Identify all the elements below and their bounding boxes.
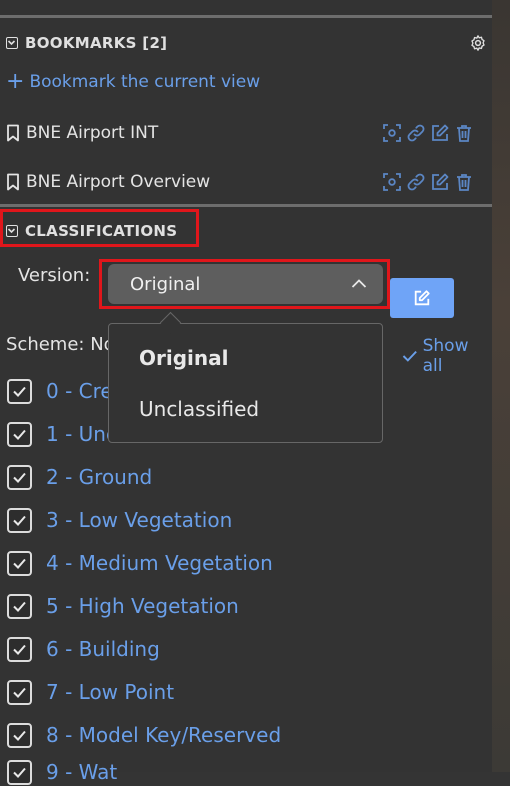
- trash-icon[interactable]: [454, 172, 474, 192]
- bookmark-actions: [382, 172, 474, 192]
- classifications-title: CLASSIFICATIONS: [25, 222, 178, 240]
- classification-item[interactable]: 5 - High Vegetation: [7, 592, 239, 620]
- classification-label: 5 - High Vegetation: [46, 594, 239, 618]
- bookmarks-header[interactable]: BOOKMARKS [2]: [6, 34, 167, 52]
- classification-item[interactable]: 6 - Building: [7, 635, 160, 663]
- checkbox[interactable]: [7, 759, 32, 785]
- chevron-up-icon: [351, 279, 367, 288]
- classification-label: 0 - Cre: [46, 379, 113, 403]
- scheme-label: Scheme: No: [6, 334, 112, 355]
- classification-item[interactable]: 1 - Unc: [7, 420, 117, 448]
- checkbox[interactable]: [7, 464, 32, 490]
- edit-version-button[interactable]: [390, 278, 454, 318]
- map-background-strip: [492, 0, 510, 772]
- checkbox[interactable]: [7, 507, 32, 533]
- checkbox[interactable]: [7, 679, 32, 705]
- checkbox[interactable]: [7, 421, 32, 447]
- checkbox[interactable]: [7, 378, 32, 404]
- classification-item[interactable]: 7 - Low Point: [7, 678, 174, 706]
- version-option-unclassified[interactable]: Unclassified: [139, 397, 259, 421]
- classification-item[interactable]: 2 - Ground: [7, 463, 152, 491]
- add-bookmark-label: Bookmark the current view: [29, 72, 261, 92]
- show-all-button[interactable]: Show all: [402, 336, 492, 376]
- bookmark-icon: [7, 124, 19, 142]
- version-dropdown-menu: Original Unclassified: [108, 323, 383, 443]
- version-select[interactable]: Original: [108, 264, 383, 304]
- classification-label: 8 - Model Key/Reserved: [46, 723, 282, 747]
- edit-icon[interactable]: [430, 172, 450, 192]
- top-divider: [0, 15, 492, 18]
- collapse-chevron-icon[interactable]: [6, 225, 18, 237]
- zoom-to-icon[interactable]: [382, 123, 402, 143]
- classification-label: 6 - Building: [46, 637, 160, 661]
- gear-icon[interactable]: [469, 34, 487, 52]
- zoom-to-icon[interactable]: [382, 172, 402, 192]
- plus-icon: +: [6, 69, 25, 94]
- classification-item[interactable]: 0 - Cre: [7, 377, 113, 405]
- version-select-value: Original: [130, 273, 201, 295]
- classification-item[interactable]: 3 - Low Vegetation: [7, 506, 232, 534]
- bookmark-title: BNE Airport Overview: [26, 172, 211, 192]
- classification-label: 3 - Low Vegetation: [46, 508, 233, 532]
- classifications-header[interactable]: CLASSIFICATIONS: [6, 222, 177, 240]
- classification-label: 9 - Wat: [46, 760, 118, 784]
- bookmark-actions: [382, 123, 474, 143]
- classification-item[interactable]: 4 - Medium Vegetation: [7, 549, 273, 577]
- classification-label: 2 - Ground: [46, 465, 153, 489]
- link-icon[interactable]: [406, 172, 426, 192]
- section-divider: [0, 204, 492, 207]
- bookmark-icon: [7, 173, 19, 191]
- version-label: Version:: [18, 265, 91, 286]
- add-bookmark-button[interactable]: + Bookmark the current view: [6, 69, 261, 94]
- edit-icon[interactable]: [430, 123, 450, 143]
- link-icon[interactable]: [406, 123, 426, 143]
- check-icon: [402, 350, 417, 362]
- classification-label: 1 - Unc: [46, 422, 117, 446]
- checkbox[interactable]: [7, 722, 32, 748]
- side-panel: BOOKMARKS [2] + Bookmark the current vie…: [0, 0, 492, 785]
- classification-label: 4 - Medium Vegetation: [46, 551, 273, 575]
- bookmarks-title: BOOKMARKS [2]: [25, 34, 168, 52]
- show-all-label: Show all: [422, 336, 469, 376]
- classification-label: 7 - Low Point: [46, 680, 175, 704]
- bookmark-title: BNE Airport INT: [26, 123, 159, 143]
- version-option-original[interactable]: Original: [139, 346, 228, 370]
- checkbox[interactable]: [7, 636, 32, 662]
- classification-item[interactable]: 8 - Model Key/Reserved: [7, 721, 281, 749]
- edit-icon: [414, 290, 430, 306]
- collapse-chevron-icon[interactable]: [6, 37, 18, 49]
- checkbox[interactable]: [7, 550, 32, 576]
- trash-icon[interactable]: [454, 123, 474, 143]
- checkbox[interactable]: [7, 593, 32, 619]
- classification-item[interactable]: 9 - Wat: [7, 758, 117, 786]
